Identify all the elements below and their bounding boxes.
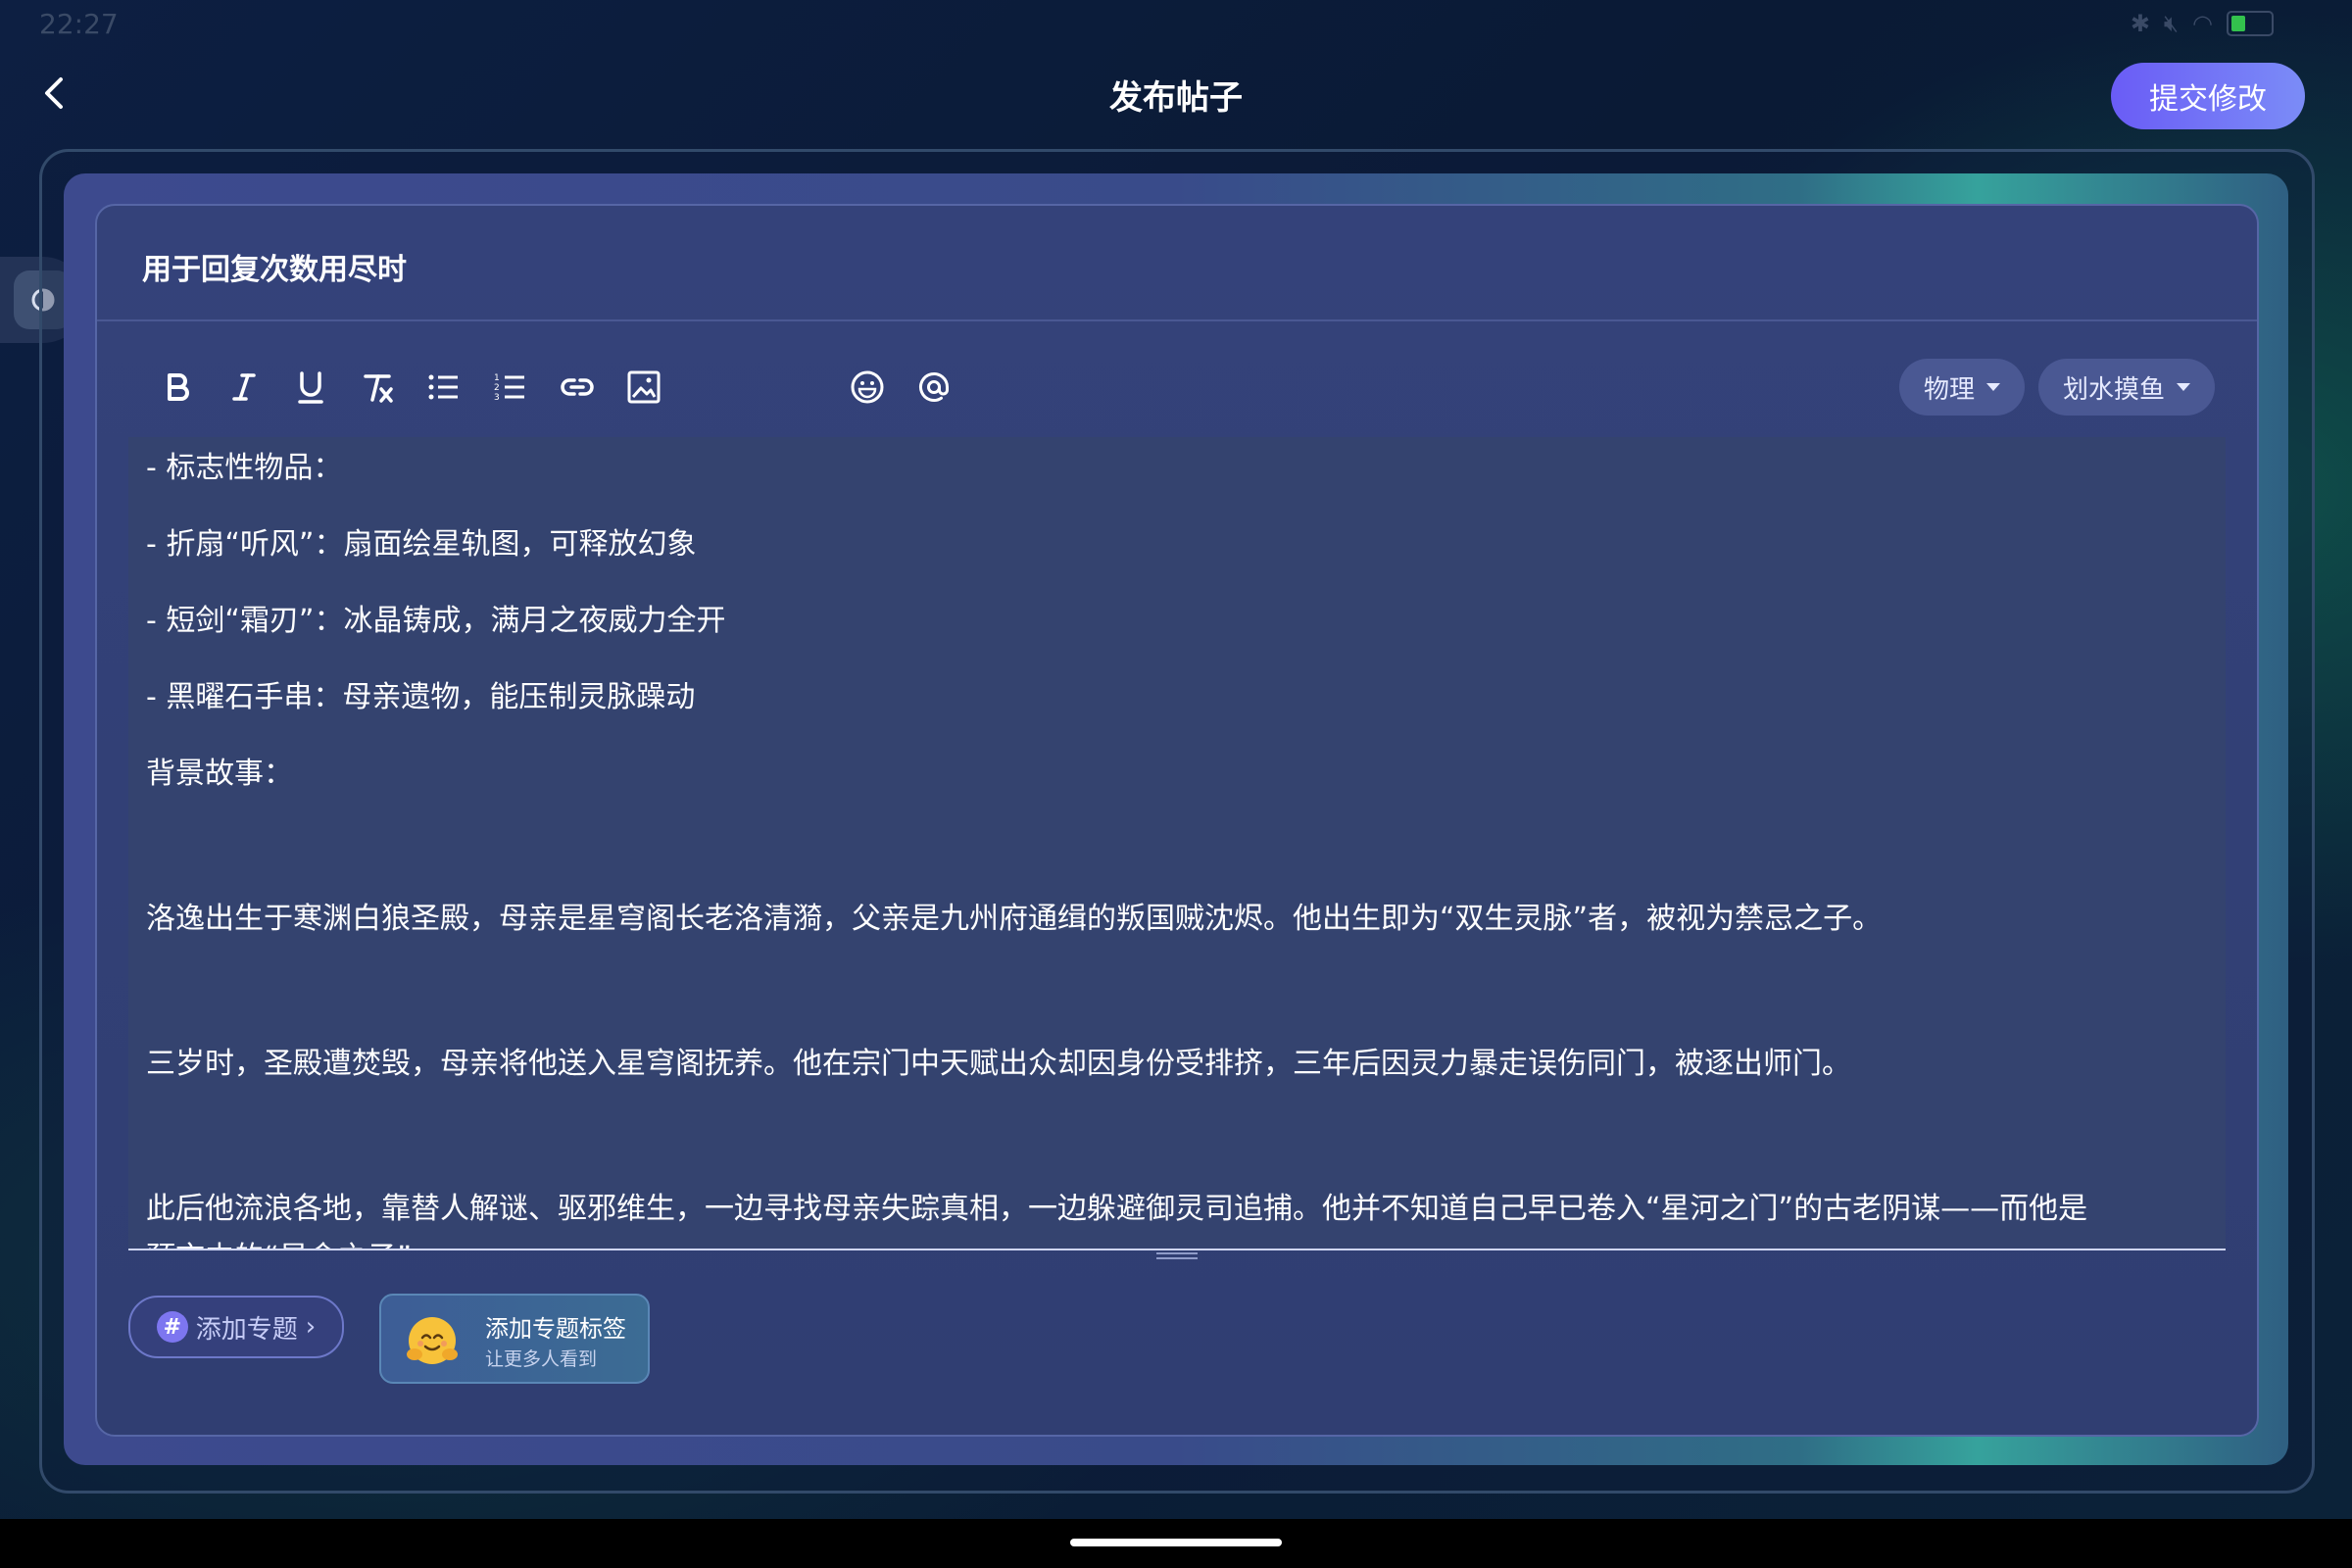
editor-line: 三岁时，圣殿遭焚毁，母亲将他送入星穹阁抚养。他在宗门中天赋出众却因身份受排挤，三…	[146, 1047, 1851, 1081]
add-topic-button[interactable]: # 添加专题 ›	[128, 1296, 344, 1358]
hashtag-icon: #	[156, 1311, 188, 1343]
hint-title: 添加专题标签	[485, 1315, 626, 1343]
submit-changes-button[interactable]: 提交修改	[2111, 63, 2305, 129]
editor-line: 背景故事：	[146, 757, 293, 791]
status-time: 22:27	[39, 8, 119, 40]
italic-icon	[232, 373, 256, 401]
editor-line: - 黑曜石手串：母亲遗物，能压制灵脉躁动	[146, 680, 696, 714]
svg-text:2: 2	[494, 383, 500, 393]
bold-button[interactable]	[144, 355, 211, 419]
italic-button[interactable]	[211, 355, 277, 419]
bluetooth-icon: ✱	[2130, 10, 2150, 37]
editor-line: - 短剑“霜刃”：冰晶铸成，满月之夜威力全开	[146, 604, 726, 638]
editor-line: 洛逸出生于寒渊白狼圣殿，母亲是星穹阁长老洛清漪，父亲是九州府通缉的叛国贼沈烬。他…	[146, 902, 1883, 936]
title-divider	[97, 319, 2257, 321]
link-icon	[561, 378, 594, 396]
image-button[interactable]	[611, 355, 677, 419]
link-button[interactable]	[544, 355, 611, 419]
caret-down-icon	[2177, 383, 2190, 391]
caret-down-icon	[1986, 383, 2000, 391]
hint-subtitle: 让更多人看到	[485, 1348, 598, 1370]
editor-line: - 标志性物品：	[146, 451, 343, 485]
mute-icon: 🔇︎	[2163, 10, 2180, 37]
at-mention-icon	[919, 371, 949, 402]
content-editor[interactable]: - 标志性物品： - 折扇“听风”：扇面绘星轨图，可释放幻象 - 短剑“霜刃”：…	[128, 437, 2226, 1250]
post-title-field[interactable]: 用于回复次数用尽时	[142, 245, 407, 288]
mention-button[interactable]	[901, 355, 967, 419]
post-editor-card: 用于回复次数用尽时 1 2 3 物理 划水摸鱼 - 标志性物品： - 折扇“听风…	[95, 204, 2259, 1437]
chevron-right-icon: ›	[305, 1312, 317, 1342]
status-bar: 22:27 ✱ 🔇︎ ◠	[0, 0, 2352, 47]
svg-text:3: 3	[494, 393, 500, 403]
editor-resize-handle[interactable]	[1156, 1252, 1198, 1262]
bullet-list-button[interactable]	[411, 355, 477, 419]
battery-icon	[2227, 11, 2274, 36]
wifi-icon: ◠	[2192, 10, 2213, 37]
status-icons: ✱ 🔇︎ ◠	[2131, 10, 2274, 37]
editor-line: 此后他流浪各地，靠替人解谜、驱邪维生，一边寻找母亲失踪真相，一边躲避御灵司追捕。…	[146, 1192, 2088, 1226]
underline-icon	[298, 371, 323, 404]
editor-line: - 折扇“听风”：扇面绘星轨图，可释放幻象	[146, 527, 697, 562]
clear-format-icon	[364, 374, 393, 403]
underline-button[interactable]	[277, 355, 344, 419]
emoji-icon	[851, 370, 884, 404]
svg-text:1: 1	[494, 373, 500, 383]
editor-line: 预言中的“星命之子”	[146, 1233, 412, 1249]
home-indicator[interactable]	[1070, 1539, 1282, 1546]
numbered-list-icon: 1 2 3	[494, 373, 524, 403]
emoji-button[interactable]	[834, 355, 901, 419]
format-toolbar: 1 2 3	[144, 355, 967, 419]
bullet-list-icon	[428, 374, 458, 400]
numbered-list-button[interactable]: 1 2 3	[477, 355, 544, 419]
category-select[interactable]: 物理	[1899, 359, 2025, 416]
board-select-label: 划水摸鱼	[2062, 374, 2165, 405]
bold-icon	[168, 373, 189, 401]
image-icon	[627, 370, 661, 404]
category-select-label: 物理	[1923, 374, 1975, 405]
topic-hint-card[interactable]: 添加专题标签 让更多人看到	[379, 1294, 650, 1384]
board-select[interactable]: 划水摸鱼	[2038, 359, 2215, 416]
page-title: 发布帖子	[1109, 78, 1243, 118]
add-topic-label: 添加专题	[195, 1314, 298, 1345]
hugging-face-emoji-icon	[407, 1317, 458, 1364]
clear-format-button[interactable]	[344, 355, 411, 419]
